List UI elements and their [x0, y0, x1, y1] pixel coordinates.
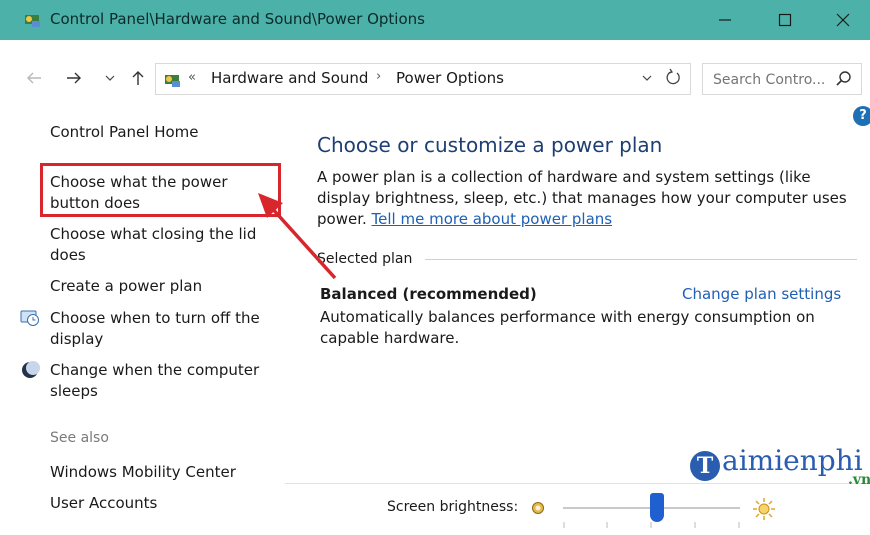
title-bar: Control Panel\Hardware and Sound\Power O…	[0, 0, 870, 40]
refresh-button[interactable]	[665, 68, 681, 90]
watermark-initial: T	[690, 451, 720, 481]
help-icon[interactable]: ?	[853, 106, 870, 126]
plan-name: Balanced (recommended)	[320, 285, 537, 303]
arrow-up-icon	[132, 71, 144, 85]
tell-me-more-link[interactable]: Tell me more about power plans	[372, 210, 613, 228]
minimize-icon	[718, 19, 731, 21]
search-icon[interactable]	[835, 70, 853, 88]
address-bar[interactable]: « Hardware and Sound › Power Options	[155, 63, 691, 95]
sidebar-item-turn-off-display[interactable]: Choose when to turn off the display	[50, 308, 280, 350]
brightness-low-icon	[532, 502, 544, 514]
maximize-icon	[778, 13, 791, 27]
minimize-button[interactable]	[697, 0, 752, 40]
page-description: A power plan is a collection of hardware…	[317, 167, 857, 230]
breadcrumb-overflow[interactable]: «	[188, 70, 196, 85]
sidebar-item-user-accounts[interactable]: User Accounts	[50, 493, 157, 514]
control-panel-icon	[165, 75, 180, 87]
up-button[interactable]	[128, 66, 148, 90]
close-button[interactable]	[815, 0, 870, 40]
search-box[interactable]	[702, 63, 862, 95]
watermark-text: aimienphi	[722, 444, 863, 477]
page-title: Choose or customize a power plan	[317, 133, 663, 157]
display-clock-icon	[20, 310, 39, 326]
address-dropdown-button[interactable]	[642, 71, 652, 85]
maximize-button[interactable]	[757, 0, 812, 40]
brightness-slider-thumb[interactable]	[649, 493, 664, 522]
arrow-left-icon	[27, 72, 41, 84]
control-panel-icon	[25, 15, 40, 27]
change-plan-settings-link[interactable]: Change plan settings	[682, 285, 841, 303]
breadcrumb-hardware-and-sound[interactable]: Hardware and Sound	[211, 69, 368, 87]
sidebar-item-mobility-center[interactable]: Windows Mobility Center	[50, 462, 236, 483]
moon-icon	[22, 361, 40, 378]
chevron-down-icon	[105, 75, 115, 81]
forward-button[interactable]	[62, 66, 86, 90]
screen-brightness-label: Screen brightness:	[387, 499, 519, 515]
sidebar-item-control-panel-home[interactable]: Control Panel Home	[50, 122, 199, 143]
sidebar-item-create-plan[interactable]: Create a power plan	[50, 276, 202, 297]
refresh-icon	[666, 68, 680, 85]
sidebar-item-closing-lid[interactable]: Choose what closing the lid does	[50, 224, 280, 266]
brightness-high-icon	[753, 498, 775, 520]
section-divider	[425, 259, 857, 260]
breadcrumb-separator[interactable]: ›	[376, 69, 381, 84]
arrow-right-icon	[67, 72, 81, 84]
back-button[interactable]	[22, 66, 46, 90]
chevron-down-icon	[642, 75, 652, 81]
plan-description: Automatically balances performance with …	[320, 308, 815, 347]
selected-plan-label: Selected plan	[317, 251, 413, 267]
watermark-logo: Taimienphi .vn	[690, 444, 870, 488]
sidebar-item-computer-sleeps[interactable]: Change when the computer sleeps	[50, 360, 280, 402]
footer-divider	[285, 483, 870, 484]
navigation-bar: « Hardware and Sound › Power Options	[0, 40, 870, 112]
close-icon	[836, 13, 849, 27]
brightness-slider-ticks	[563, 522, 740, 528]
watermark-suffix: .vn	[848, 472, 870, 488]
breadcrumb-power-options[interactable]: Power Options	[396, 69, 504, 87]
window-title: Control Panel\Hardware and Sound\Power O…	[50, 10, 425, 28]
search-input[interactable]	[711, 69, 833, 91]
see-also-heading: See also	[50, 430, 109, 446]
recent-locations-button[interactable]	[100, 66, 120, 90]
highlight-box	[40, 163, 281, 217]
